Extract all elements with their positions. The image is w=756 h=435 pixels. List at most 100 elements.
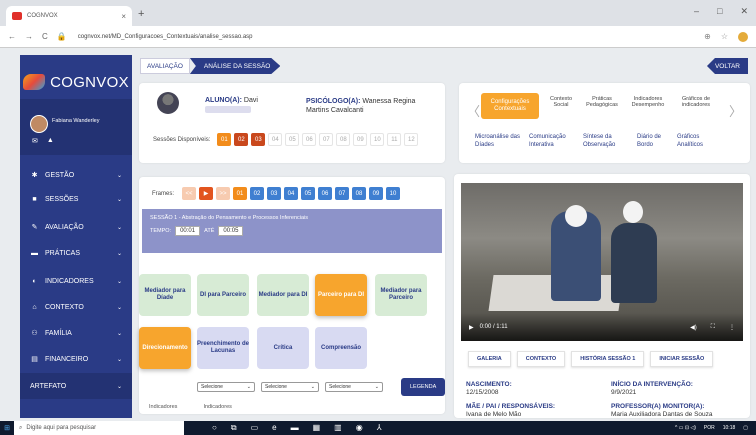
task-view-icon[interactable]: ⧉ bbox=[231, 423, 237, 433]
windows-start-icon[interactable]: ⊞ bbox=[0, 421, 14, 435]
sidebar-item-indicadores[interactable]: ◐ INDICADORES ⌄ bbox=[20, 269, 132, 293]
frame-button[interactable]: 07 bbox=[335, 187, 350, 200]
sidebar-item-artefato[interactable]: ARTEFATO ⌄ bbox=[20, 373, 132, 399]
contexto-button[interactable]: CONTEXTO bbox=[516, 351, 566, 367]
indicator-label[interactable]: Indicadores bbox=[203, 404, 231, 410]
session-button[interactable]: 07 bbox=[319, 133, 334, 146]
sidebar-item-avaliacao[interactable]: ✎ AVALIAÇÃO ⌄ bbox=[20, 215, 132, 239]
volume-icon[interactable]: ◀) bbox=[690, 324, 697, 331]
url-field[interactable]: cognvox.net/MD_Configuracoes_Contextuais… bbox=[78, 34, 253, 40]
historia-button[interactable]: HISTÓRIA SESSÃO 1 bbox=[571, 351, 645, 367]
forward-button[interactable]: >> bbox=[216, 187, 231, 200]
tab-praticas[interactable]: Práticas Pedagógicas bbox=[581, 96, 623, 108]
word-icon[interactable]: ▥ bbox=[334, 423, 342, 433]
di-parceiro-button[interactable]: DI para Parceiro bbox=[197, 274, 249, 316]
legenda-button[interactable]: LEGENDA bbox=[401, 378, 446, 396]
maximize-icon[interactable]: □ bbox=[717, 6, 722, 17]
edge-icon[interactable]: e bbox=[272, 423, 276, 433]
acrobat-icon[interactable]: ⅄ bbox=[377, 423, 382, 433]
indicator-label[interactable]: Indicadores bbox=[149, 404, 177, 410]
critica-button[interactable]: Crítica bbox=[257, 327, 309, 369]
forward-icon[interactable]: → bbox=[25, 32, 33, 41]
taskbar-search[interactable]: ⌕ Digite aqui para pesquisar bbox=[14, 421, 184, 435]
sidebar-item-gestao[interactable]: ✱ GESTÃO ⌄ bbox=[20, 163, 132, 187]
frame-button[interactable]: 04 bbox=[284, 187, 299, 200]
session-button[interactable]: 05 bbox=[285, 133, 300, 146]
direcionamento-button[interactable]: Direcionamento bbox=[139, 327, 191, 369]
sidebar-item-familia[interactable]: ⚇ FAMÍLIA ⌄ bbox=[20, 321, 132, 345]
mediador-diade-button[interactable]: Mediador para Díade bbox=[139, 274, 191, 316]
chrome-icon[interactable]: ◉ bbox=[356, 423, 363, 433]
session-button[interactable]: 06 bbox=[302, 133, 317, 146]
more-icon[interactable]: ⋮ bbox=[729, 324, 735, 331]
play-button[interactable]: ▶ bbox=[199, 187, 214, 200]
frame-button[interactable]: 08 bbox=[352, 187, 367, 200]
frame-button[interactable]: 06 bbox=[318, 187, 333, 200]
store-icon[interactable]: ▭ bbox=[251, 423, 259, 433]
profile-icon[interactable] bbox=[738, 31, 748, 42]
preenchimento-button[interactable]: Preenchimento de Lacunas bbox=[197, 327, 249, 369]
chevron-left-icon[interactable]: 〈 bbox=[467, 101, 480, 120]
session-button[interactable]: 01 bbox=[217, 133, 232, 146]
tab-graficos-analiticos[interactable]: Gráficos Analíticos bbox=[677, 133, 717, 149]
tab-diario[interactable]: Diário de Bordo bbox=[637, 133, 673, 149]
session-button[interactable]: 09 bbox=[353, 133, 368, 146]
end-time-field[interactable]: 00:05 bbox=[218, 226, 244, 236]
language-indicator[interactable]: POR bbox=[704, 425, 715, 431]
notification-icon[interactable]: ▢ bbox=[743, 425, 748, 431]
tab-indicadores[interactable]: Indicadores Desempenho bbox=[625, 96, 671, 108]
video-player[interactable]: ▶ 0:00 / 1:11 ◀) ⛶ ⋮ bbox=[461, 183, 743, 341]
galeria-button[interactable]: GALERIA bbox=[468, 351, 511, 367]
tab-sintese[interactable]: Síntese da Observação bbox=[583, 133, 627, 149]
close-window-icon[interactable]: ✕ bbox=[740, 6, 748, 17]
tab-graficos-indicadores[interactable]: Gráficos de indicadores bbox=[673, 96, 719, 108]
tab-configuracoes[interactable]: Configurações Contextuais bbox=[481, 93, 539, 119]
frame-button[interactable]: 10 bbox=[386, 187, 401, 200]
frame-button[interactable]: 05 bbox=[301, 187, 316, 200]
sidebar-item-praticas[interactable]: ▬ PRÁTICAS ⌄ bbox=[20, 241, 132, 265]
avatar[interactable] bbox=[30, 115, 48, 133]
session-button[interactable]: 12 bbox=[404, 133, 419, 146]
close-tab-icon[interactable]: × bbox=[121, 12, 126, 21]
reload-icon[interactable]: C bbox=[42, 32, 48, 41]
compreensao-button[interactable]: Compreensão bbox=[315, 327, 367, 369]
tray-icons[interactable]: ^ ▭ ⊡ ◁) bbox=[675, 425, 696, 431]
new-tab-button[interactable]: + bbox=[138, 8, 144, 20]
frame-button[interactable]: 03 bbox=[267, 187, 282, 200]
select-2[interactable]: Selecione ⌄ bbox=[261, 382, 319, 392]
tab-comunicacao[interactable]: Comunicação Interativa bbox=[529, 133, 579, 149]
iniciar-sessao-button[interactable]: INICIAR SESSÃO bbox=[650, 351, 714, 367]
start-time-field[interactable]: 00:01 bbox=[175, 226, 201, 236]
session-button[interactable]: 10 bbox=[370, 133, 385, 146]
zoom-icon[interactable]: ⊕ bbox=[704, 32, 711, 42]
mediador-parceiro-button[interactable]: Mediador para Parceiro bbox=[375, 274, 427, 316]
frame-button[interactable]: 09 bbox=[369, 187, 384, 200]
breadcrumb-avaliacao[interactable]: AVALIAÇÃO bbox=[140, 58, 190, 74]
sidebar-item-contexto[interactable]: ⌂ CONTEXTO ⌄ bbox=[20, 295, 132, 319]
excel-icon[interactable]: ▦ bbox=[313, 423, 321, 433]
frame-button[interactable]: 02 bbox=[250, 187, 265, 200]
session-button[interactable]: 03 bbox=[251, 133, 266, 146]
frame-button[interactable]: 01 bbox=[233, 187, 248, 200]
session-button[interactable]: 11 bbox=[387, 133, 402, 146]
browser-tab[interactable]: COGNVOX × bbox=[6, 6, 132, 26]
clock[interactable]: 10:18 bbox=[723, 425, 736, 431]
sidebar-item-financeiro[interactable]: ▤ FINANCEIRO ⌄ bbox=[20, 347, 132, 371]
minimize-icon[interactable]: – bbox=[694, 6, 699, 17]
mail-icon[interactable]: ✉ bbox=[32, 137, 38, 145]
select-1[interactable]: Selecione ⌄ bbox=[197, 382, 255, 392]
tab-microanalise[interactable]: Microanálise das Díades bbox=[475, 133, 525, 149]
breadcrumb-analise[interactable]: ANÁLISE DA SESSÃO bbox=[189, 58, 281, 74]
bookmark-star-icon[interactable]: ☆ bbox=[721, 32, 728, 42]
parceiro-di-button[interactable]: Parceiro para DI bbox=[315, 274, 367, 316]
session-button[interactable]: 04 bbox=[268, 133, 283, 146]
bell-icon[interactable]: ▲ bbox=[47, 137, 54, 145]
explorer-icon[interactable]: ▬ bbox=[291, 423, 299, 433]
tab-contexto-social[interactable]: Contexto Social bbox=[543, 96, 579, 108]
rewind-button[interactable]: << bbox=[182, 187, 197, 200]
voltar-button[interactable]: VOLTAR bbox=[706, 58, 748, 74]
sidebar-item-sessoes[interactable]: ■ SESSÕES ⌄ bbox=[20, 187, 132, 211]
session-button[interactable]: 02 bbox=[234, 133, 249, 146]
back-icon[interactable]: ← bbox=[8, 32, 16, 41]
play-icon[interactable]: ▶ bbox=[469, 324, 474, 331]
